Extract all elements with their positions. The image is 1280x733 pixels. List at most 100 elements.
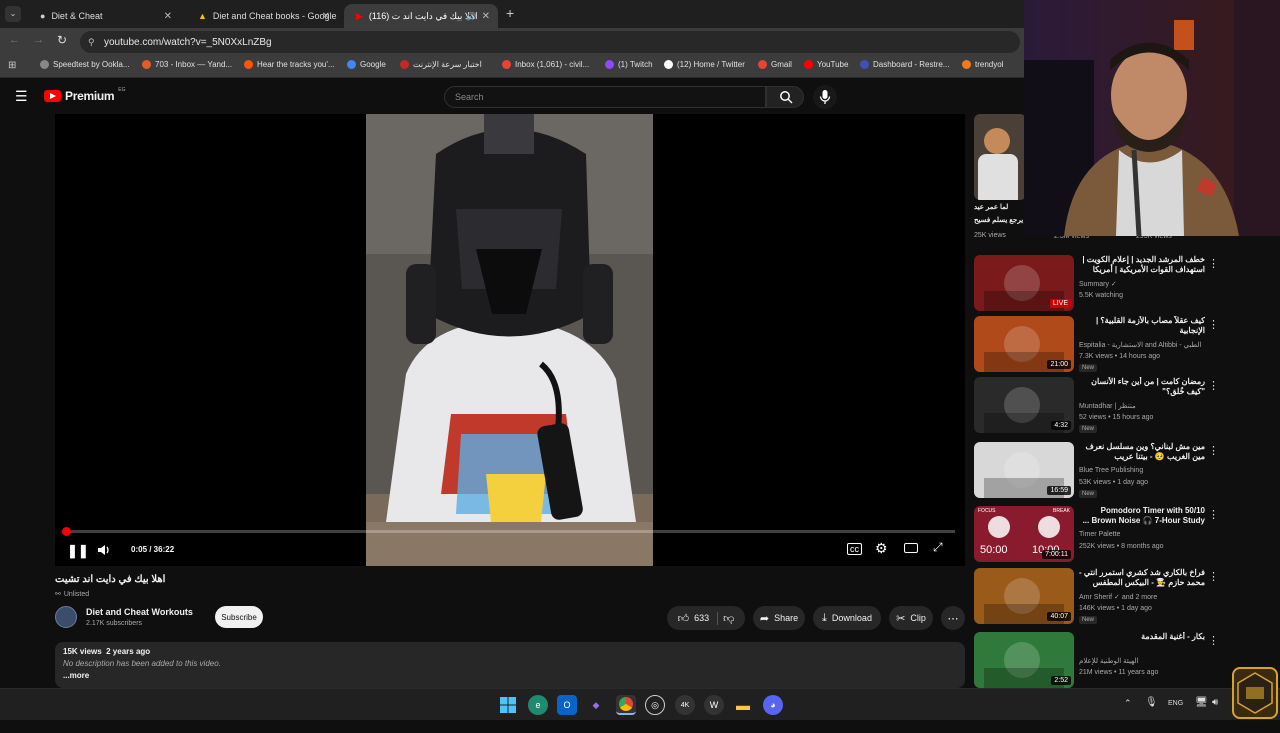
recommendation-item[interactable]: LIVE خطف المرشد الجديد | إعلام الكويت | ا… [974, 255, 1280, 313]
audio-playing-icon[interactable]: 🔊 [466, 12, 476, 21]
settings-gear-icon[interactable]: ⚙ [875, 540, 888, 557]
search-button[interactable] [766, 86, 804, 108]
youtube-premium-logo[interactable]: Premium EG [44, 87, 126, 103]
recommendation-title[interactable]: مين مش لبناني؟ وين مسلسل نعرف مين الغريب… [1079, 442, 1205, 462]
recommendation-channel[interactable]: Timer Palette [1079, 531, 1120, 538]
more-vertical-icon[interactable]: ⋮ [1208, 444, 1219, 457]
channel-avatar[interactable] [55, 606, 77, 628]
clip-button[interactable]: ✂ Clip [889, 606, 933, 630]
recommendation-channel[interactable]: Blue Tree Publishing [1079, 467, 1143, 474]
like-button[interactable]: 👍︎ 633 [678, 611, 719, 625]
bookmark-trendyol[interactable]: trendyol [962, 60, 1003, 69]
bookmark-google[interactable]: Google [347, 60, 386, 69]
back-arrow-icon[interactable]: ← [9, 34, 20, 46]
chrome-icon[interactable] [616, 695, 636, 715]
visual-studio-icon[interactable]: ◆ [586, 695, 606, 715]
recommendation-thumbnail[interactable]: 21:00 [974, 316, 1074, 372]
progress-scrubber-handle[interactable] [62, 527, 71, 536]
discord-icon[interactable]: ◕ [763, 695, 783, 715]
recommendation-item[interactable]: FOCUSBREAK50:0010:007:00:1150/10 Pomodor… [974, 506, 1280, 564]
more-vertical-icon[interactable]: ⋮ [1208, 318, 1219, 331]
bookmark-twitter[interactable]: (12) Home / Twitter [664, 60, 745, 69]
more-vertical-icon[interactable]: ⋮ [1208, 634, 1219, 647]
recommendation-channel[interactable]: Muntadhar | منتظر [1079, 402, 1136, 410]
tab-youtube-active[interactable]: ▶ (116) اهلا بيك في دايت اند ت 🔊 ✕ [344, 4, 498, 28]
apps-grid-icon[interactable]: ⊞ [8, 60, 16, 71]
search-input[interactable]: Search [444, 86, 766, 108]
outlook-icon[interactable]: O [557, 695, 577, 715]
pause-button[interactable]: ❚❚ [67, 543, 89, 559]
bookmark-twitch[interactable]: (1) Twitch [605, 60, 653, 69]
new-tab-button[interactable]: + [506, 5, 514, 21]
more-vertical-icon[interactable]: ⋮ [1208, 570, 1219, 583]
dislike-button[interactable]: 👎︎ [723, 612, 734, 625]
bookmark-youtube[interactable]: YouTube [804, 60, 848, 69]
subscribe-button[interactable]: Subscribe [215, 606, 263, 628]
recommendation-channel[interactable]: Espitalia - الاستشارية and Altibbi - الط… [1079, 341, 1201, 349]
close-tab-icon[interactable]: ✕ [482, 11, 490, 22]
bookmark-speed-test-ar[interactable]: اختبار سرعة الإنترنت [400, 60, 482, 69]
voice-search-button[interactable] [813, 85, 837, 109]
obs-icon[interactable]: ◎ [645, 695, 665, 715]
fullscreen-icon[interactable]: ⤢ [933, 540, 943, 555]
close-tab-icon[interactable]: ✕ [322, 11, 330, 22]
recommendation-thumbnail[interactable]: FOCUSBREAK50:0010:007:00:11 [974, 506, 1074, 562]
video-frame[interactable] [366, 114, 653, 566]
tab-search-icon[interactable]: ⌄ [5, 6, 21, 22]
bookmark-yandex[interactable]: 703 - Inbox — Yand... [142, 60, 232, 69]
recommendation-item[interactable]: 16:59 مين مش لبناني؟ وين مسلسل نعرف مين ا… [974, 442, 1280, 500]
reload-icon[interactable]: ↻ [57, 33, 67, 47]
bookmark-inbox[interactable]: Inbox (1,061) - civil... [502, 60, 589, 69]
recommendation-thumbnail[interactable]: 16:59 [974, 442, 1074, 498]
recommendation-thumbnail[interactable]: 4:32 [974, 377, 1074, 433]
top-recommendation-thumb[interactable] [974, 114, 1026, 200]
share-button[interactable]: ➦ Share [753, 606, 805, 630]
tray-microphone-icon[interactable]: 🎙︎ [1145, 697, 1158, 708]
subtitles-icon[interactable]: cc [847, 543, 862, 555]
volume-icon[interactable] [97, 543, 111, 557]
video-player[interactable]: ❚❚ 0:05 / 36:22 cc ⚙ ⤢ [55, 114, 965, 566]
recommendation-title[interactable]: 50/10 Pomodoro Timer with Brown Noise 🎧 … [1079, 506, 1205, 526]
recommendation-channel[interactable]: Summary ✓ [1079, 280, 1117, 288]
top-rec-title-line1[interactable]: لما عمر عيد [974, 203, 1008, 211]
progress-bar-track[interactable] [62, 527, 955, 536]
recommendation-item[interactable]: 40:07 فراخ بالكاري شد كشري استمرر انتي - … [974, 568, 1280, 626]
language-indicator[interactable]: ENG [1168, 700, 1183, 707]
recommendation-channel[interactable]: الهيئة الوطنية للإعلام [1079, 657, 1138, 665]
forward-arrow-icon[interactable]: → [33, 34, 44, 46]
recommendation-thumbnail[interactable]: LIVE [974, 255, 1074, 311]
recommendation-title[interactable]: خطف المرشد الجديد | إعلام الكويت | استهد… [1079, 255, 1205, 275]
miniplayer-icon[interactable] [904, 543, 918, 553]
close-tab-icon[interactable]: ✕ [164, 11, 172, 22]
network-icon[interactable]: 🖥︎ [1195, 697, 1208, 708]
recommendation-title[interactable]: رمضان كامت | من أين جاء الأنسان "كيف خُل… [1079, 377, 1205, 397]
recommendation-thumbnail[interactable]: 2:52 [974, 632, 1074, 688]
bookmark-speedtest[interactable]: Speedtest by Ookla... [40, 60, 130, 69]
recommendation-title[interactable]: فراخ بالكاري شد كشري استمرر انتي - محمد … [1079, 568, 1205, 588]
more-vertical-icon[interactable]: ⋮ [1208, 508, 1219, 521]
channel-name[interactable]: Diet and Cheat Workouts [86, 607, 193, 617]
show-more-link[interactable]: ...more [63, 671, 89, 680]
bookmark-soundcloud[interactable]: Hear the tracks you'... [244, 60, 335, 69]
more-vertical-icon[interactable]: ⋮ [1208, 379, 1219, 392]
tab-google-drive[interactable]: ▲ Diet and Cheat books - Google ✕ [186, 4, 338, 28]
site-info-icon[interactable]: ⚲ [88, 37, 95, 48]
more-vertical-icon[interactable]: ⋮ [1208, 257, 1219, 270]
url-input[interactable]: ⚲ youtube.com/watch?v=_5N0XxLnZBg [80, 31, 1020, 53]
word-icon[interactable]: W [704, 695, 724, 715]
recommendation-title[interactable]: بكار - أغنية المقدمة [1079, 632, 1205, 652]
recommendation-item[interactable]: 21:00 كيف عقلاً مصاب بالأزمة القلبية؟ | ا… [974, 316, 1280, 374]
tray-overflow-icon[interactable]: ⌃ [1124, 698, 1132, 709]
hamburger-menu-icon[interactable]: ☰ [15, 88, 28, 105]
bookmark-gmail[interactable]: Gmail [758, 60, 792, 69]
top-rec-title-line2[interactable]: يرجع يسلم فسيح [974, 216, 1023, 224]
start-menu-icon[interactable] [498, 695, 518, 715]
recommendation-item[interactable]: 4:32 رمضان كامت | من أين جاء الأنسان "كيف… [974, 377, 1280, 435]
recommendation-channel[interactable]: Amr Sherif ✓ and 2 more [1079, 593, 1157, 601]
edge-browser-icon[interactable]: e [528, 695, 548, 715]
speaker-icon[interactable]: 🔊︎ [1212, 697, 1218, 708]
more-actions-button[interactable]: ⋯ [941, 606, 965, 630]
bookmark-restream[interactable]: Dashboard - Restre... [860, 60, 949, 69]
tab-diet-cheat[interactable]: ● Diet & Cheat ✕ [28, 4, 180, 28]
description-box[interactable]: 15K views 2 years ago No description has… [55, 642, 965, 688]
